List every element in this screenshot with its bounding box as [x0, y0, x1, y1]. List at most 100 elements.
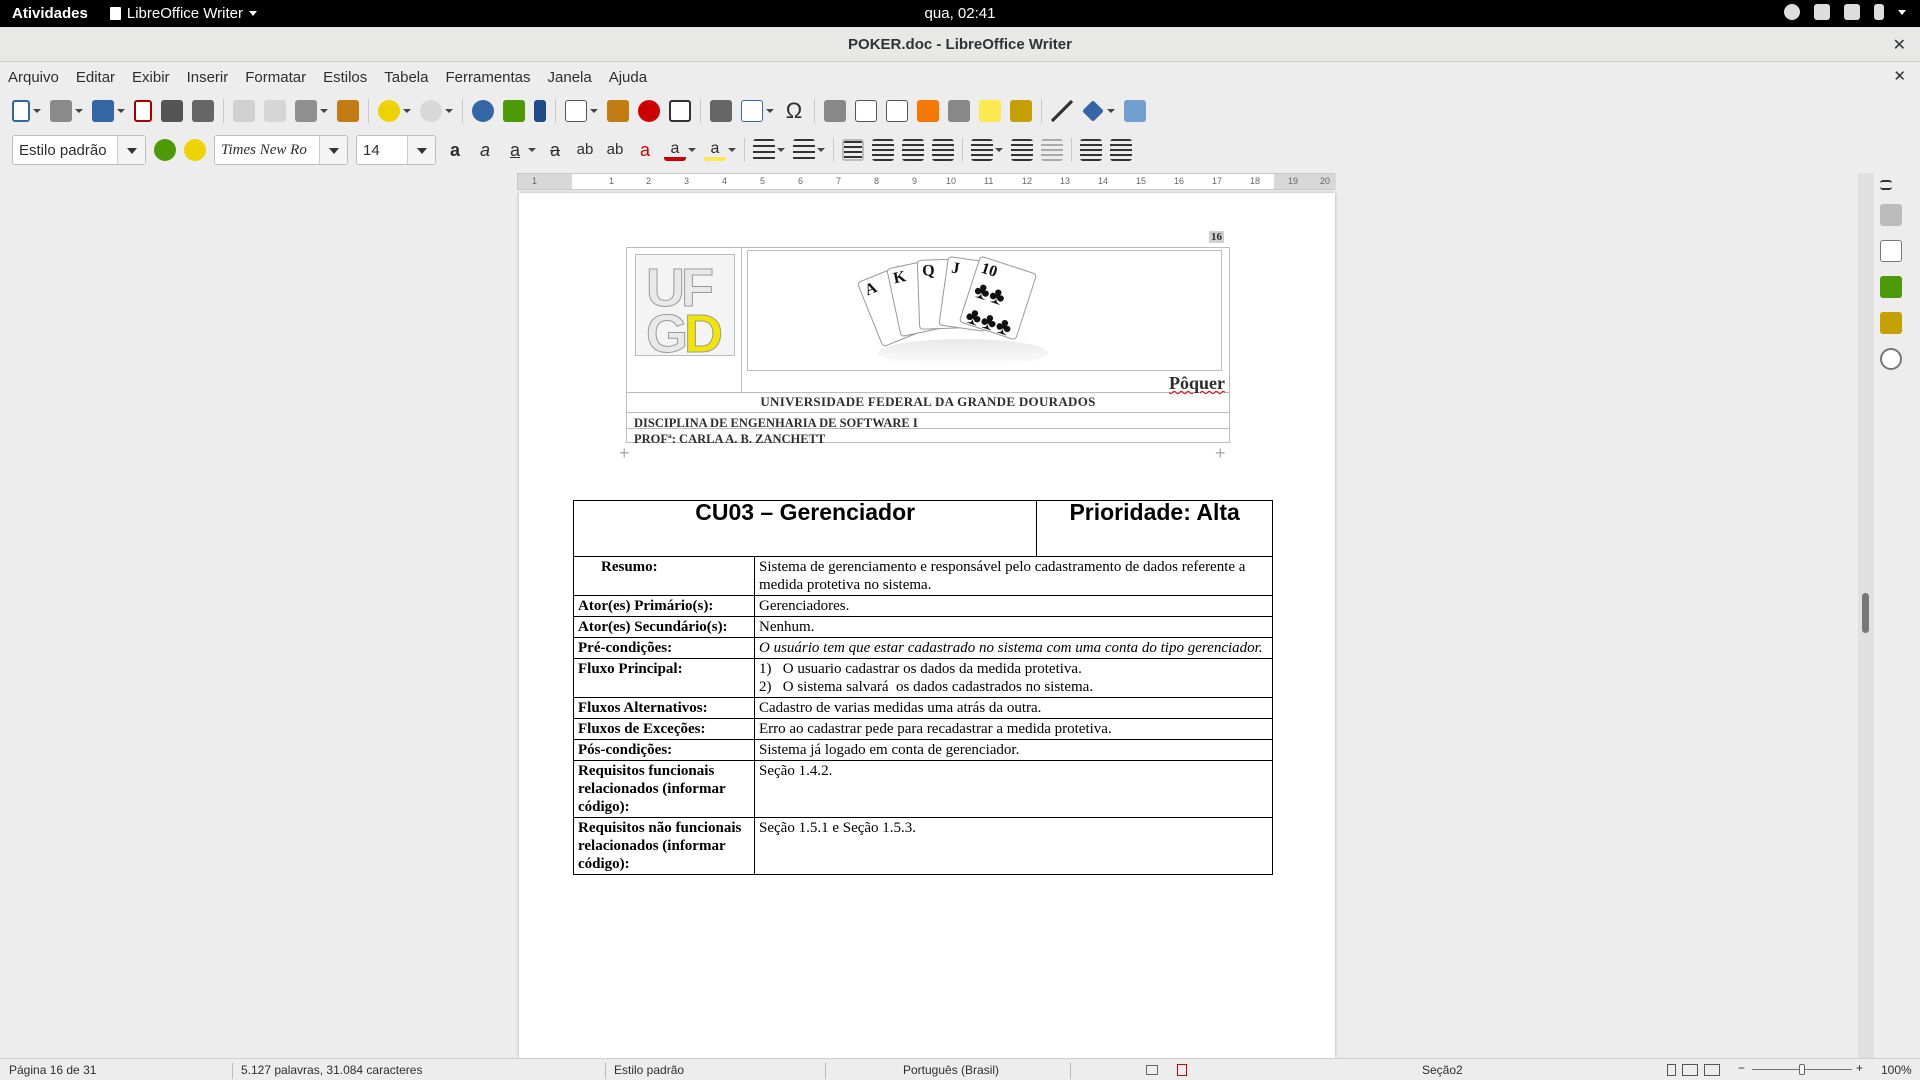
insert-hyperlink-icon[interactable] — [824, 100, 846, 122]
page-icon[interactable] — [1880, 240, 1902, 262]
row-value[interactable]: Sistema já logado em conta de gerenciado… — [754, 739, 1273, 761]
row-label[interactable]: Pré-condições: — [573, 637, 755, 659]
properties-icon[interactable] — [1880, 204, 1902, 226]
insert-image-icon[interactable] — [607, 100, 629, 122]
basic-shapes-icon[interactable] — [1082, 100, 1104, 122]
section-name[interactable]: Seção2 — [1422, 1063, 1463, 1077]
menu-formatar[interactable]: Formatar — [245, 69, 306, 86]
close-document-icon[interactable]: ✕ — [1893, 67, 1906, 85]
menu-tabela[interactable]: Tabela — [384, 69, 428, 86]
insert-chart-icon[interactable] — [638, 100, 660, 122]
new-style-icon[interactable] — [184, 139, 206, 161]
new-document-icon[interactable] — [12, 100, 30, 122]
menu-exibir[interactable]: Exibir — [132, 69, 170, 86]
superscript-icon[interactable]: ab — [574, 139, 596, 161]
open-folder-icon[interactable] — [50, 100, 72, 122]
insert-field-icon[interactable] — [741, 100, 763, 122]
zoom-slider-handle[interactable] — [1799, 1064, 1805, 1075]
font-name-combo[interactable]: Times New Ro — [214, 135, 348, 165]
row-value[interactable]: Erro ao cadastrar pede para recadastrar … — [754, 718, 1273, 740]
row-label[interactable]: Resumo: — [573, 556, 755, 596]
special-character-icon[interactable]: Ω — [783, 100, 805, 122]
app-menu[interactable]: LibreOffice Writer — [109, 5, 258, 22]
unordered-list-icon[interactable] — [753, 139, 775, 161]
close-window-icon[interactable]: ✕ — [1893, 35, 1906, 55]
gallery-icon[interactable] — [1880, 312, 1902, 334]
underline-icon[interactable]: a — [504, 139, 526, 161]
system-tray[interactable] — [1784, 4, 1906, 20]
font-color-icon[interactable]: a — [664, 139, 686, 161]
row-label[interactable]: Requisitos não funcionais relacionados (… — [573, 817, 755, 875]
decrease-indent-icon[interactable] — [1110, 139, 1132, 161]
paragraph-style-combo[interactable]: Estilo padrão — [12, 135, 146, 165]
styles-icon[interactable] — [1880, 276, 1902, 298]
menu-ferramentas[interactable]: Ferramentas — [445, 69, 530, 86]
row-value[interactable]: Seção 1.5.1 e Seção 1.5.3. — [754, 817, 1273, 875]
insert-cross-reference-icon[interactable] — [948, 100, 970, 122]
zoom-level[interactable]: 100% — [1881, 1063, 1912, 1077]
use-case-table[interactable]: CU03 – Gerenciador Prioridade: Alta Resu… — [572, 500, 1273, 875]
zoom-out-button[interactable]: − — [1738, 1061, 1745, 1075]
ordered-list-icon[interactable] — [793, 139, 815, 161]
row-label[interactable]: Fluxos Alternativos: — [573, 697, 755, 719]
track-changes-icon[interactable] — [1010, 100, 1032, 122]
font-size-combo[interactable]: 14 — [356, 135, 436, 165]
page-header-table[interactable]: UF GD A K Q J 10 ♣♣ ♣♣♣ Pôquer UNIVERSIDA… — [626, 247, 1230, 446]
row-label[interactable]: Fluxo Principal: — [573, 658, 755, 698]
insert-textbox-icon[interactable] — [669, 100, 691, 122]
menu-ajuda[interactable]: Ajuda — [609, 69, 647, 86]
text-language[interactable]: Português (Brasil) — [903, 1063, 999, 1077]
save-icon[interactable] — [92, 100, 114, 122]
vertical-scrollbar[interactable] — [1858, 173, 1874, 1058]
bold-icon[interactable]: a — [444, 139, 466, 161]
insert-table-icon[interactable] — [565, 100, 587, 122]
update-style-icon[interactable] — [154, 139, 176, 161]
volume-icon[interactable] — [1844, 4, 1860, 20]
copy-icon[interactable] — [264, 100, 286, 122]
increase-indent-icon[interactable] — [1080, 139, 1102, 161]
menu-arquivo[interactable]: Arquivo — [8, 69, 59, 86]
book-view-icon[interactable] — [1704, 1064, 1720, 1076]
insert-footnote-icon[interactable] — [855, 100, 877, 122]
page-style[interactable]: Estilo padrão — [614, 1063, 684, 1077]
activities-button[interactable]: Atividades — [12, 5, 88, 22]
formatting-marks-icon[interactable] — [534, 100, 546, 122]
document-modified-icon[interactable] — [1177, 1064, 1187, 1076]
italic-icon[interactable]: a — [474, 139, 496, 161]
decrease-paragraph-spacing-icon[interactable] — [1041, 139, 1063, 161]
align-left-icon[interactable] — [842, 139, 864, 161]
row-label[interactable]: Ator(es) Secundário(s): — [573, 616, 755, 638]
print-preview-icon[interactable] — [192, 100, 214, 122]
row-label[interactable]: Requisitos funcionais relacionados (info… — [573, 760, 755, 818]
subscript-icon[interactable]: ab — [604, 139, 626, 161]
battery-icon[interactable] — [1874, 4, 1884, 20]
use-case-priority[interactable]: Prioridade: Alta — [1036, 500, 1273, 557]
row-value[interactable]: O usuário tem que estar cadastrado no si… — [754, 637, 1273, 659]
clear-formatting-icon[interactable]: a — [634, 139, 656, 161]
find-replace-icon[interactable] — [472, 100, 494, 122]
row-label[interactable]: Pós-condições: — [573, 739, 755, 761]
document-page[interactable]: + + 16 UF GD A K Q J 10 ♣♣ ♣♣♣ Pôquer UNI… — [519, 193, 1335, 1058]
insert-line-icon[interactable] — [1051, 100, 1073, 122]
insert-comment-icon[interactable] — [979, 100, 1001, 122]
spellcheck-icon[interactable] — [503, 100, 525, 122]
accessibility-icon[interactable] — [1784, 4, 1800, 20]
menu-inserir[interactable]: Inserir — [187, 69, 229, 86]
row-value[interactable]: Nenhum. — [754, 616, 1273, 638]
row-label[interactable]: Fluxos de Exceções: — [573, 718, 755, 740]
menu-janela[interactable]: Janela — [548, 69, 592, 86]
align-center-icon[interactable] — [872, 139, 894, 161]
network-icon[interactable] — [1814, 4, 1830, 20]
justify-icon[interactable] — [932, 139, 954, 161]
strikethrough-icon[interactable]: a — [544, 139, 566, 161]
menu-editar[interactable]: Editar — [76, 69, 115, 86]
multi-page-view-icon[interactable] — [1682, 1064, 1698, 1076]
paste-icon[interactable] — [295, 100, 317, 122]
cut-icon[interactable] — [233, 100, 255, 122]
use-case-title[interactable]: CU03 – Gerenciador — [572, 500, 1038, 557]
align-right-icon[interactable] — [902, 139, 924, 161]
single-page-view-icon[interactable] — [1667, 1064, 1676, 1076]
scrollbar-thumb[interactable] — [1862, 593, 1869, 633]
chevron-down-icon[interactable] — [1898, 10, 1906, 15]
insert-bookmark-icon[interactable] — [917, 100, 939, 122]
